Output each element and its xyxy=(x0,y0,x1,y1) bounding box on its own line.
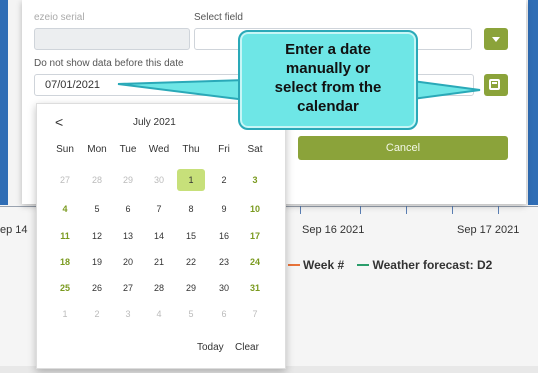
callout-line: manually or xyxy=(285,60,371,77)
callout-line: select from the xyxy=(274,79,382,96)
callout-line: Enter a date xyxy=(285,41,371,58)
callout-line: calendar xyxy=(297,98,359,115)
callout-pointer-input xyxy=(117,78,247,102)
help-callout: Enter a date manually or select from the… xyxy=(238,30,418,130)
